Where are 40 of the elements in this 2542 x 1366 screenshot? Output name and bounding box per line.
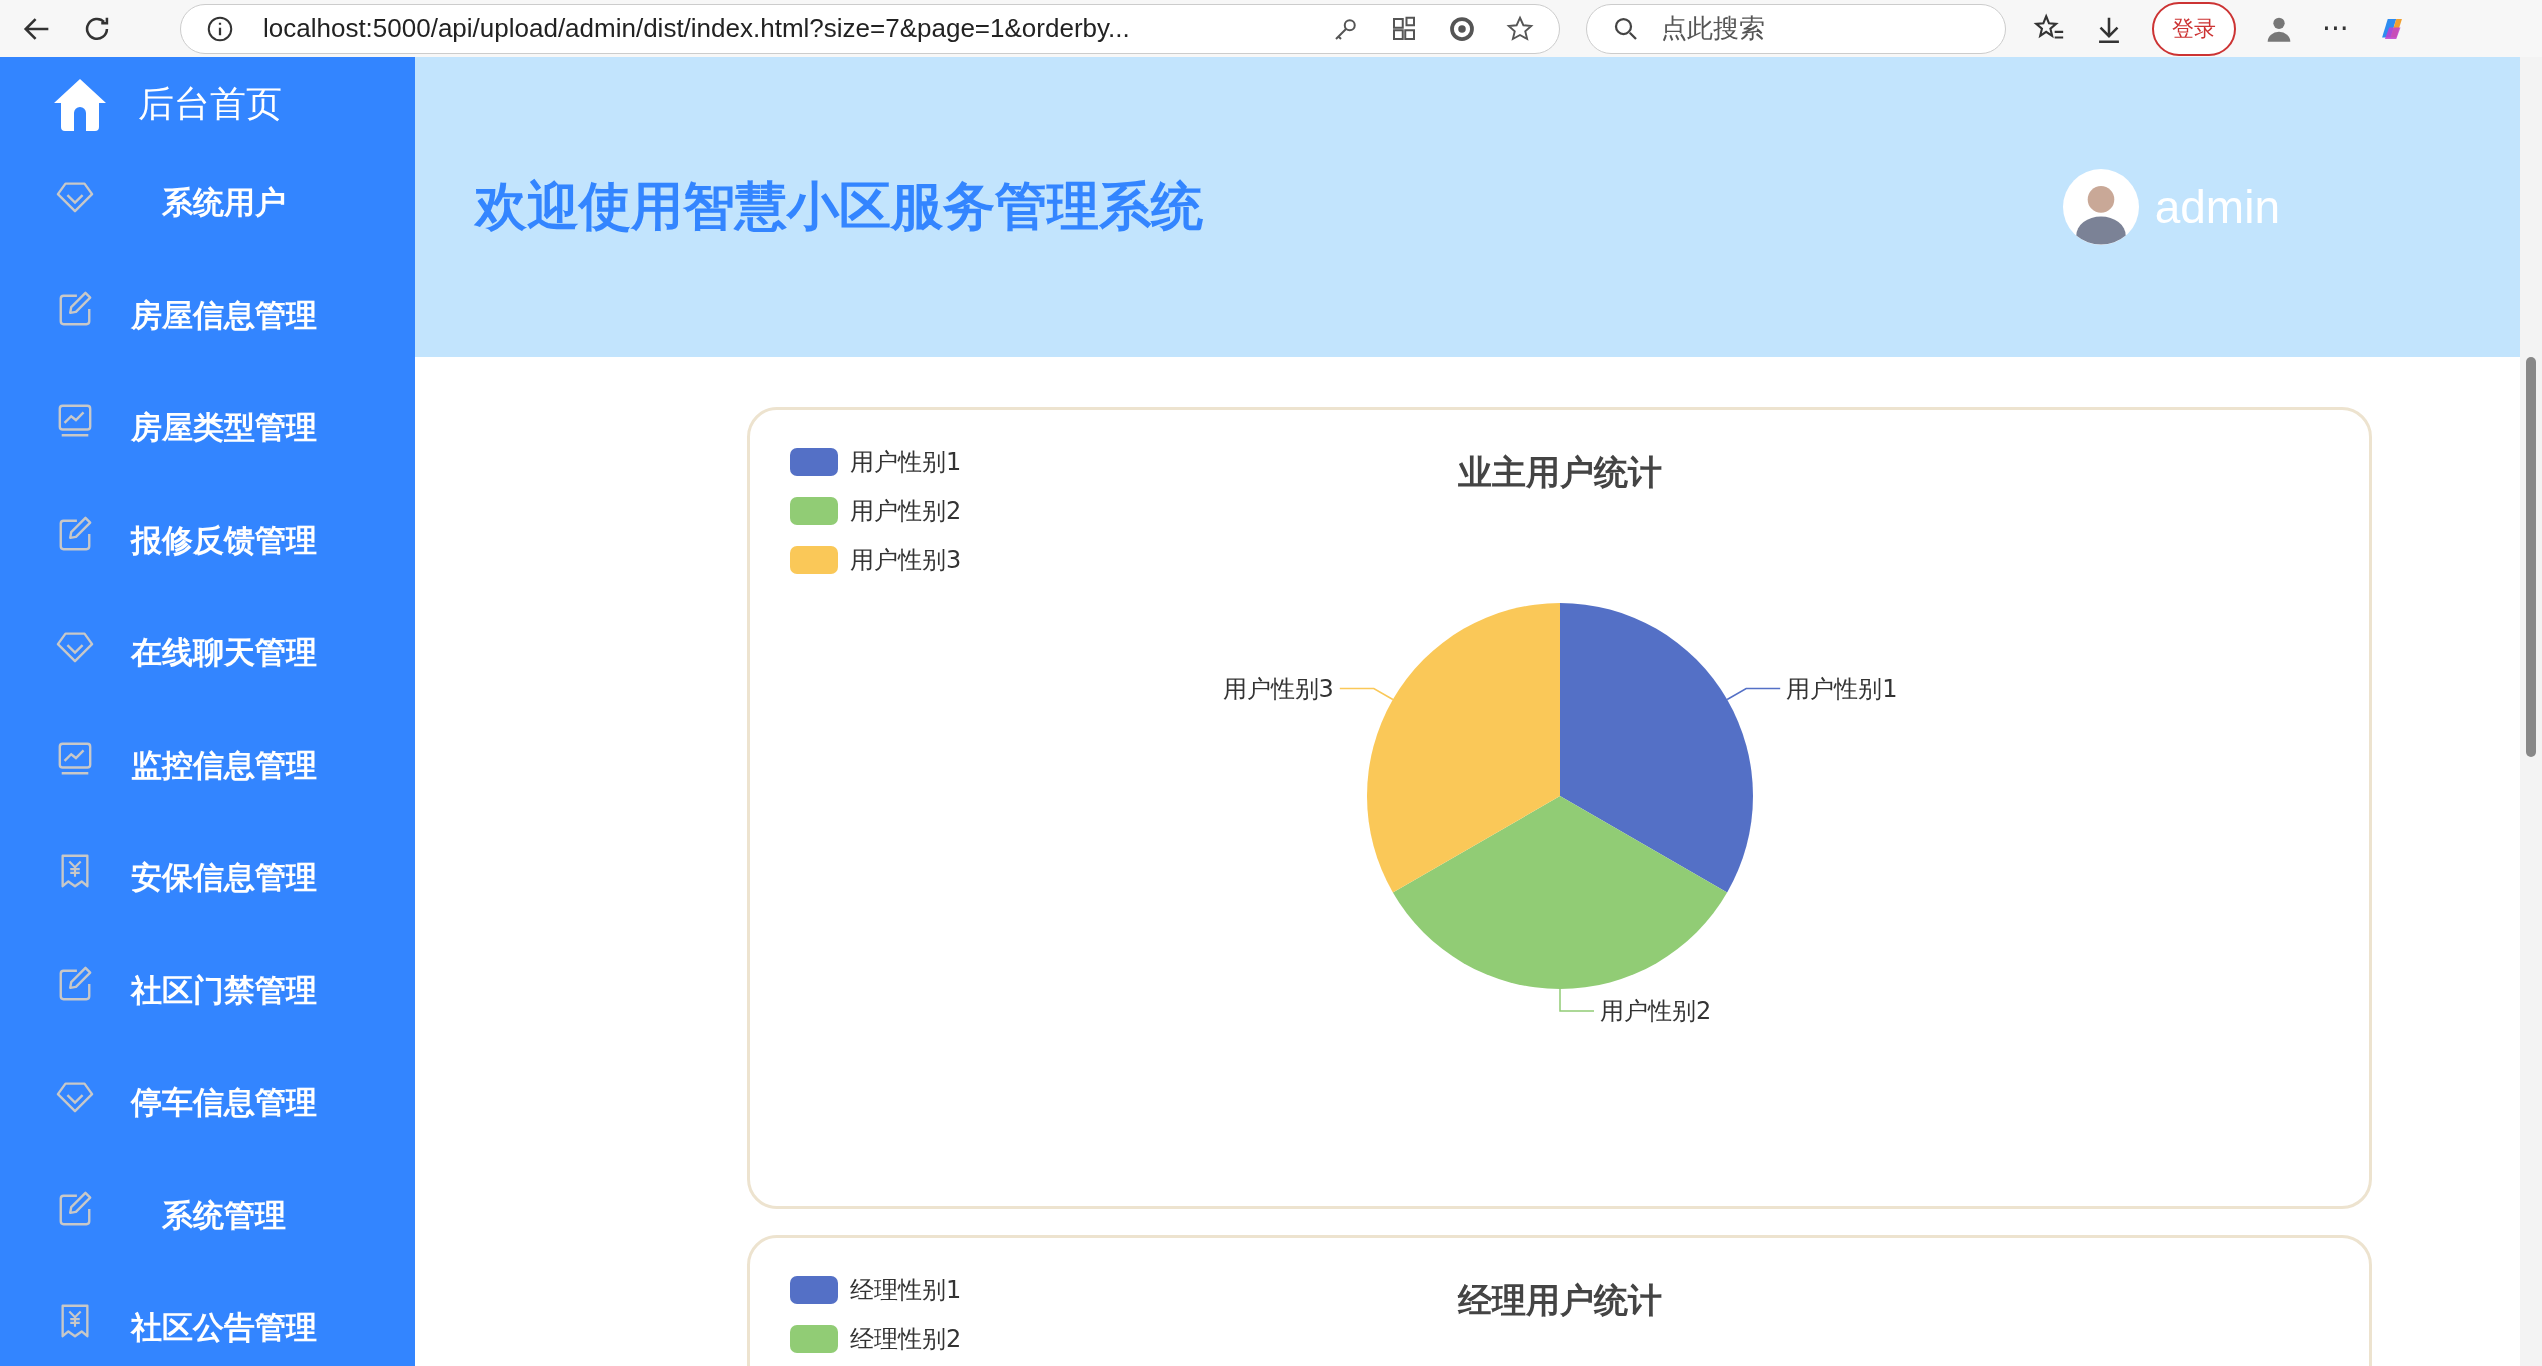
scrollbar-thumb[interactable] bbox=[2526, 357, 2536, 757]
url-text: localhost:5000/api/upload/admin/dist/index.html?size=7&page=1&orderby... bbox=[263, 13, 1131, 44]
legend-label[interactable]: 经理性别2 bbox=[850, 1323, 962, 1355]
legend-swatch[interactable] bbox=[790, 1325, 838, 1353]
legend-label[interactable]: 用户性别2 bbox=[850, 495, 962, 527]
slice-label: 用户性别1 bbox=[1785, 674, 1897, 703]
chart-title: 经理用户统计 bbox=[1457, 1279, 1662, 1322]
page-title: 欢迎使用智慧小区服务管理系统 bbox=[475, 175, 1203, 238]
slice-label: 用户性别2 bbox=[1599, 997, 1711, 1025]
sidebar-menu-item[interactable]: 社区公告管理 bbox=[0, 1272, 415, 1366]
chart-title: 业主用户统计 bbox=[1457, 451, 1662, 494]
sidebar-menu-item[interactable]: 报修反馈管理 bbox=[0, 484, 415, 597]
leader-line bbox=[1338, 687, 1394, 701]
leader-line bbox=[1558, 988, 1595, 1012]
legend-label[interactable]: 用户性别1 bbox=[850, 446, 962, 478]
legend-swatch[interactable] bbox=[790, 546, 838, 574]
legend-swatch[interactable] bbox=[790, 448, 838, 476]
avatar-icon[interactable] bbox=[2062, 169, 2139, 245]
legend-swatch[interactable] bbox=[790, 497, 838, 525]
sidebar-menu-item[interactable]: 系统管理 bbox=[0, 1159, 415, 1272]
sidebar-menu-item[interactable]: 监控信息管理 bbox=[0, 709, 415, 822]
home-menu-item[interactable]: 后台首页 bbox=[0, 77, 415, 131]
sidebar-menu-item[interactable]: 停车信息管理 bbox=[0, 1047, 415, 1160]
login-button[interactable]: 登录 bbox=[2152, 1, 2236, 56]
leader-line bbox=[1725, 687, 1781, 701]
sidebar-menu-item[interactable]: 在线聊天管理 bbox=[0, 597, 415, 710]
sidebar-menu-item[interactable]: 安保信息管理 bbox=[0, 822, 415, 935]
legend-label[interactable]: 用户性别3 bbox=[850, 544, 962, 576]
sidebar-menu-item[interactable]: 社区门禁管理 bbox=[0, 934, 415, 1047]
sidebar-menu-item[interactable]: 房屋信息管理 bbox=[0, 259, 415, 372]
sidebar-menu-item[interactable]: 系统用户 bbox=[0, 147, 415, 260]
more-button[interactable]: ··· bbox=[2322, 12, 2349, 45]
address-bar[interactable]: localhost:5000/api/upload/admin/dist/index.html?size=7&page=1&orderby... bbox=[180, 3, 1560, 54]
home-icon bbox=[52, 77, 108, 131]
legend-swatch[interactable] bbox=[790, 1276, 838, 1304]
legend-label[interactable]: 经理性别1 bbox=[850, 1274, 962, 1306]
search-field[interactable]: 点此搜索 bbox=[1586, 3, 2006, 54]
sidebar-menu-item[interactable]: 房屋类型管理 bbox=[0, 372, 415, 485]
search-input[interactable]: 点此搜索 bbox=[1659, 12, 1963, 45]
slice-label: 用户性别3 bbox=[1222, 674, 1334, 703]
